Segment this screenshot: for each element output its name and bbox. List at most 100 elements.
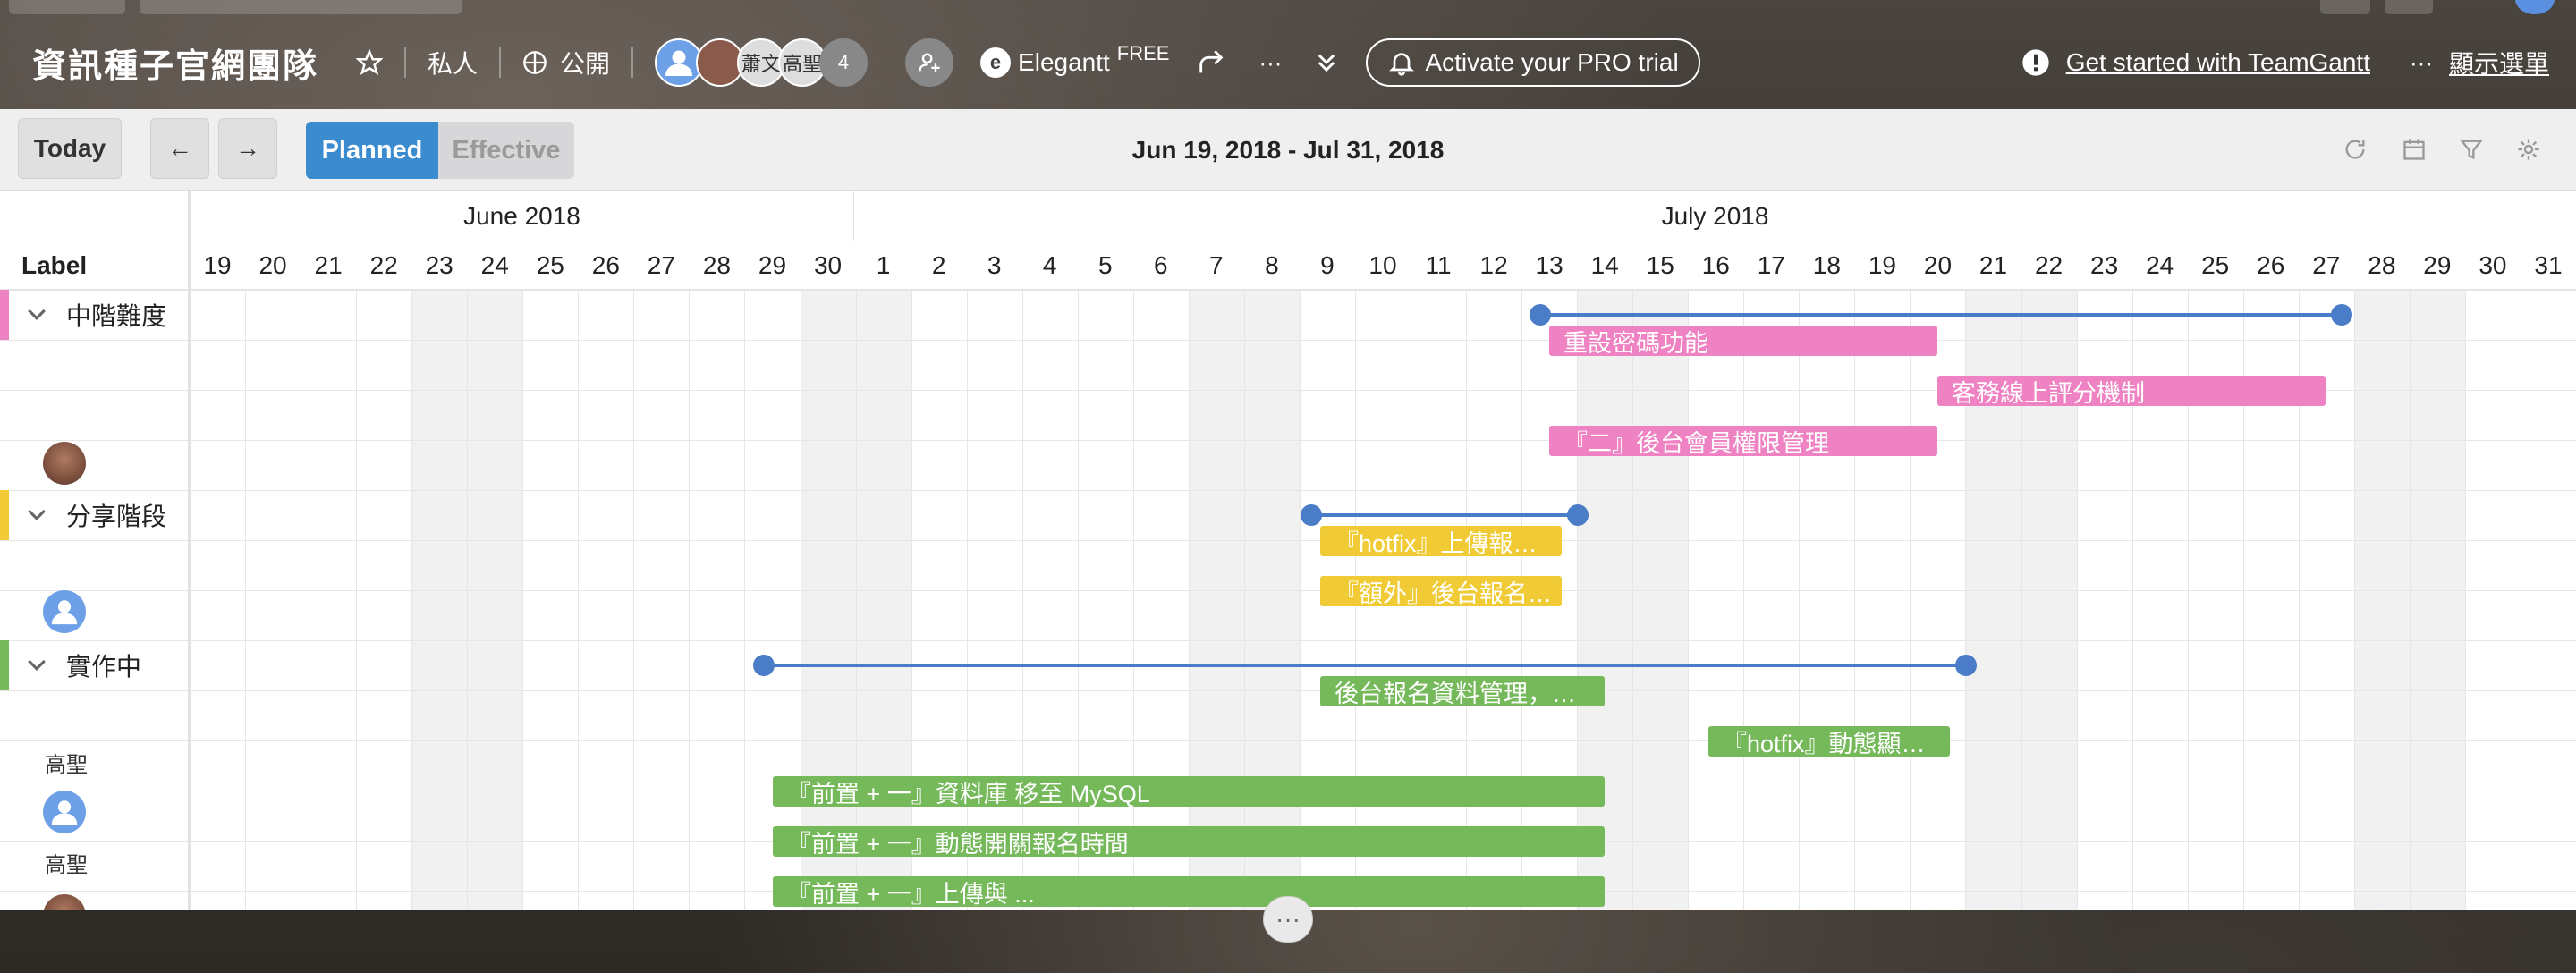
divider — [404, 47, 407, 78]
day-label: 18 — [1812, 251, 1841, 279]
task-bar[interactable]: 重設密碼功能 — [1549, 326, 1937, 356]
row-divider — [0, 440, 2576, 441]
day-label: 1 — [876, 251, 891, 279]
group-label: 中階難度 — [66, 302, 167, 330]
group-row-3[interactable]: 實作中 — [0, 640, 141, 690]
group-label: 分享階段 — [66, 503, 167, 530]
task-bar[interactable]: 『前置 + 一』資料庫 移至 MySQL — [773, 776, 1605, 807]
more-options-button[interactable]: ··· — [1258, 49, 1282, 77]
group-row-2[interactable]: 分享階段 — [0, 490, 166, 540]
member-count-badge[interactable]: 4 — [819, 38, 869, 87]
day-label: 8 — [1265, 251, 1279, 279]
row-divider — [0, 640, 2576, 641]
filter-icon[interactable] — [2456, 134, 2487, 165]
prev-button[interactable]: ← — [150, 118, 209, 179]
label-column-header[interactable]: Label — [0, 241, 190, 290]
day-label: 10 — [1368, 251, 1397, 279]
day-label: 28 — [702, 251, 731, 279]
today-button[interactable]: Today — [18, 118, 122, 179]
gear-icon[interactable] — [2513, 134, 2544, 165]
avatar[interactable]: 高聖 — [43, 841, 89, 884]
day-label: 4 — [1042, 251, 1057, 279]
overflow-menu-button[interactable]: ··· — [2410, 49, 2433, 77]
activate-pro-trial-button[interactable]: Activate your PRO trial — [1366, 38, 1700, 87]
task-bar[interactable]: 『hotfix』動態顯… — [1708, 726, 1950, 757]
planned-tab[interactable]: Planned — [306, 122, 438, 179]
add-member-button[interactable] — [905, 38, 954, 87]
day-label: 9 — [1320, 251, 1335, 279]
day-label: 6 — [1154, 251, 1168, 279]
task-bar[interactable]: 客務線上評分機制 — [1937, 376, 2326, 406]
os-button — [2385, 0, 2433, 14]
show-menu-link[interactable]: 顯示選單 — [2449, 45, 2549, 80]
group-summary-bar[interactable] — [753, 655, 1977, 676]
calendar-icon[interactable] — [2399, 134, 2429, 165]
group-color-bar — [0, 640, 9, 690]
avatar[interactable]: 高聖 — [43, 740, 89, 783]
day-label: 19 — [1868, 251, 1896, 279]
task-bar[interactable]: 『hotfix』上傳報… — [1320, 526, 1562, 556]
gantt-toolbar: Today ← → Planned Effective Jun 19, 2018… — [0, 109, 2576, 191]
globe-icon — [522, 50, 547, 75]
day-label: 2 — [931, 251, 946, 279]
day-label: 19 — [203, 251, 232, 279]
day-label: 13 — [1535, 251, 1563, 279]
member-avatars[interactable]: 蕭文 高聖 4 — [655, 38, 869, 87]
plan-badge: FREE — [1116, 42, 1170, 64]
chevron-down-icon[interactable] — [23, 502, 50, 529]
elegantt-app-button[interactable]: e Elegantt FREE — [980, 42, 1169, 78]
task-bar[interactable]: 『二』後台會員權限管理 — [1549, 426, 1937, 456]
app-name: Elegantt — [1018, 48, 1110, 76]
chevron-double-down-icon[interactable] — [1314, 50, 1339, 75]
task-bar[interactable]: 後台報名資料管理，… — [1320, 676, 1605, 706]
row-divider — [0, 290, 2576, 291]
row-divider — [0, 590, 2576, 591]
share-icon[interactable] — [1196, 47, 1226, 78]
panel-resize-handle[interactable]: ··· — [1263, 896, 1313, 943]
month-label: July 2018 — [853, 191, 2576, 241]
day-label: 22 — [369, 251, 398, 279]
privacy-public[interactable]: 公開 — [560, 45, 610, 80]
alert-icon — [2021, 48, 2050, 77]
day-label: 27 — [2312, 251, 2341, 279]
task-bar[interactable]: 『前置 + 一』動態開關報名時間 — [773, 826, 1605, 857]
task-bar[interactable]: 『額外』後台報名… — [1320, 576, 1562, 606]
pro-trial-label: Activate your PRO trial — [1425, 48, 1679, 76]
row-divider — [0, 490, 2576, 491]
day-label: 3 — [987, 251, 1002, 279]
day-label: 29 — [758, 251, 787, 279]
avatar[interactable] — [43, 791, 86, 833]
chevron-down-icon[interactable] — [23, 301, 50, 328]
day-label: 26 — [2257, 251, 2285, 279]
elegantt-logo-icon: e — [980, 47, 1012, 78]
project-title[interactable]: 資訊種子官網團隊 — [32, 38, 318, 88]
os-button — [2320, 0, 2370, 14]
row-divider — [0, 740, 2576, 741]
day-label: 28 — [2368, 251, 2396, 279]
day-label: 24 — [2146, 251, 2174, 279]
day-label: 15 — [1646, 251, 1674, 279]
refresh-icon[interactable] — [2340, 134, 2370, 165]
day-label: 23 — [2090, 251, 2119, 279]
month-label: June 2018 — [190, 191, 853, 241]
group-summary-bar[interactable] — [1301, 504, 1589, 526]
chevron-down-icon[interactable] — [23, 652, 50, 679]
month-header: June 2018 July 2018 — [190, 191, 2576, 241]
task-bar[interactable]: 『前置 + 一』上傳與 ... — [773, 876, 1605, 907]
star-icon[interactable] — [356, 49, 384, 76]
avatar[interactable] — [43, 590, 86, 633]
group-row-1[interactable]: 中階難度 — [0, 290, 166, 340]
avatar[interactable] — [43, 442, 86, 485]
get-started-link[interactable]: Get started with TeamGantt — [2066, 48, 2370, 77]
next-button[interactable]: → — [218, 118, 277, 179]
os-tab — [140, 0, 462, 14]
day-label: 12 — [1479, 251, 1508, 279]
avatar[interactable] — [43, 894, 86, 910]
group-summary-bar[interactable] — [1530, 304, 2352, 326]
day-label: 17 — [1757, 251, 1785, 279]
bell-icon — [1387, 48, 1416, 77]
privacy-private[interactable]: 私人 — [428, 45, 478, 80]
effective-tab[interactable]: Effective — [438, 122, 574, 179]
day-label: 20 — [1923, 251, 1953, 279]
day-label: 23 — [425, 251, 453, 279]
